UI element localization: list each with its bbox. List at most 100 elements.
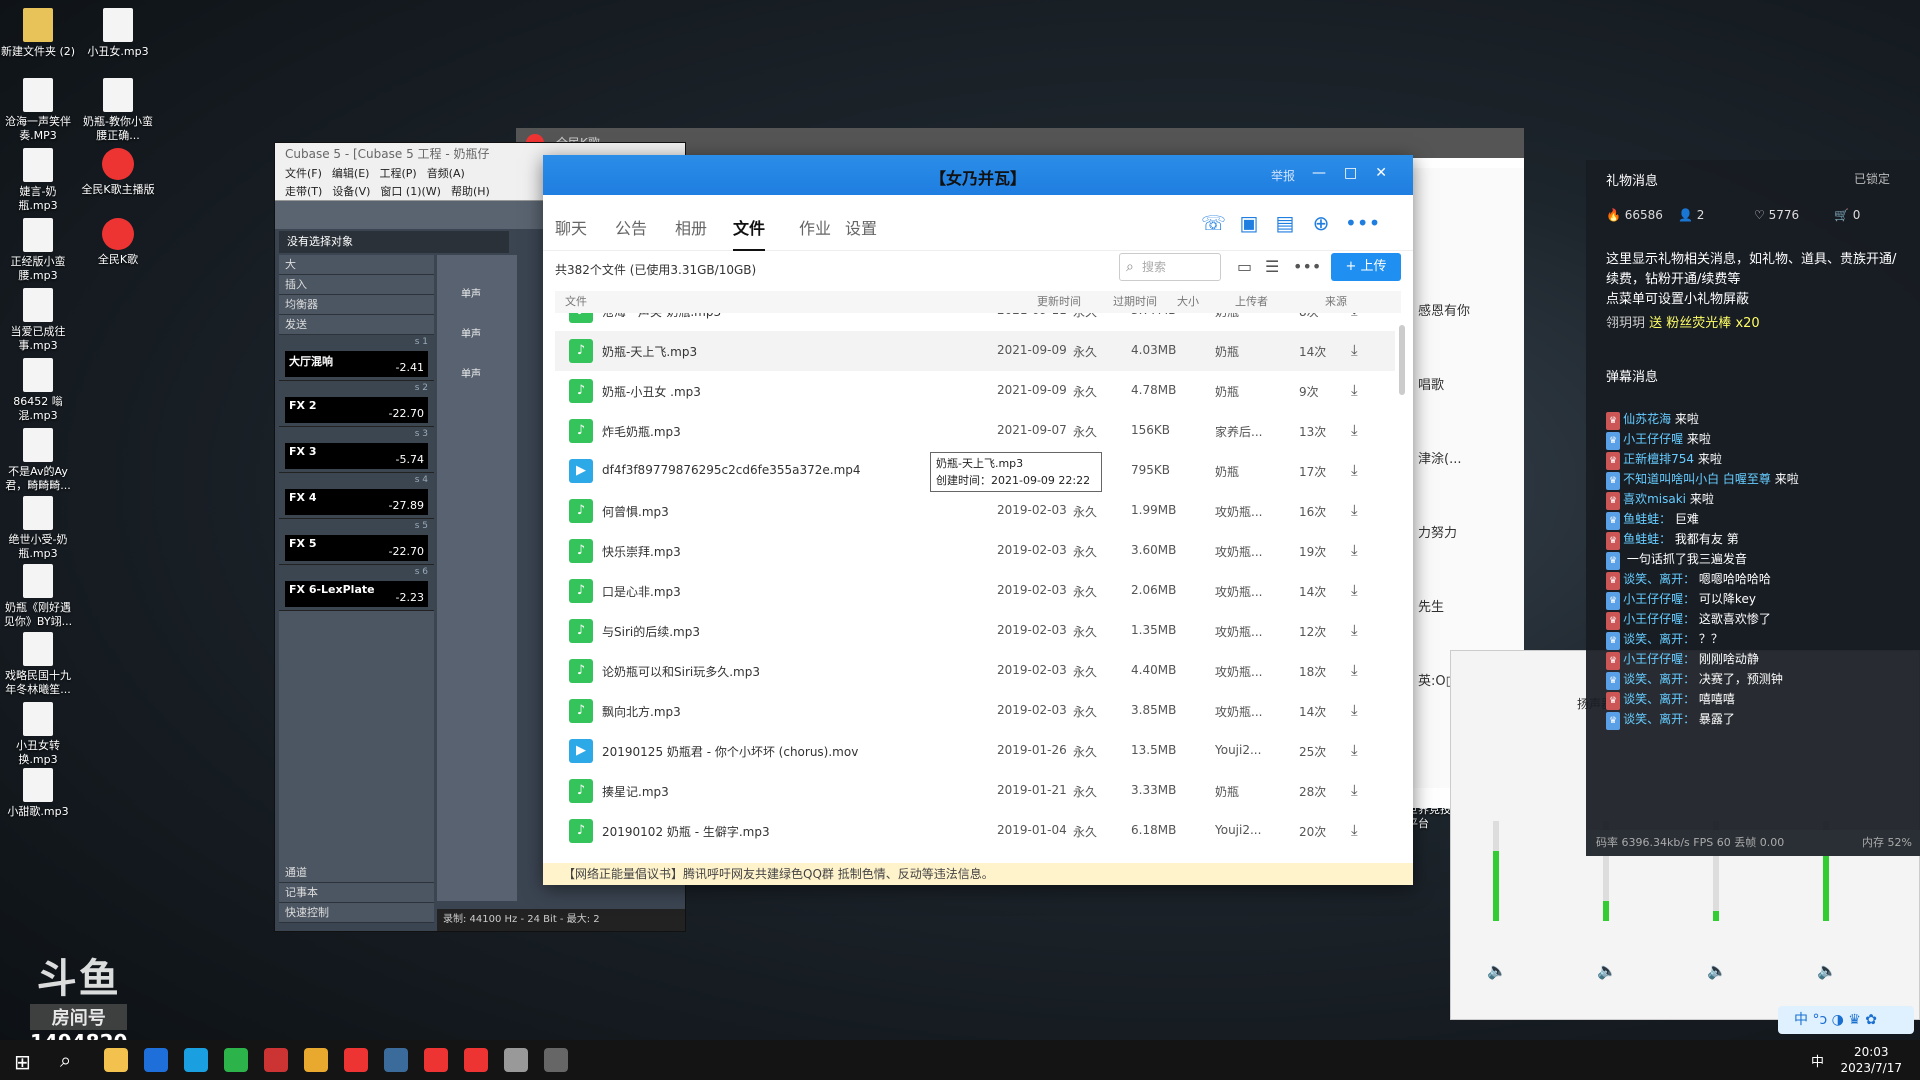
danmu-user[interactable]: 小王仔仔喔： (1623, 592, 1695, 606)
download-icon[interactable]: ⤓ (1351, 313, 1358, 319)
cubase-menu-item[interactable]: 文件(F) (285, 167, 322, 180)
danmu-user[interactable]: 小王仔仔喔： (1623, 612, 1695, 626)
class-icon[interactable]: ▤ (1273, 211, 1297, 235)
cubase-menu-item[interactable]: 走带(T) (285, 185, 322, 198)
file-row[interactable]: ♪ 揍星记.mp3 2019-01-21 永久 3.33MB 奶瓶 28次 ⤓ (555, 771, 1395, 811)
ime-toolbar[interactable]: 中 °ͻ ◑ ♛ ✿ (1778, 1006, 1914, 1034)
desktop-icon[interactable]: 婕言-奶瓶.mp3 (0, 148, 76, 213)
browser-icon[interactable] (184, 1048, 208, 1072)
danmu-user[interactable]: 谈笑、离开： (1623, 712, 1695, 726)
speaker-icon[interactable]: 🔈 (1707, 961, 1727, 980)
file-row[interactable]: ▶ 20190125 奶瓶君 - 你个小坏坏 (chorus).mov 2019-0… (555, 731, 1395, 771)
more-options-icon[interactable]: ••• (1293, 257, 1321, 276)
inspector-row[interactable]: 插入 (279, 275, 434, 295)
download-icon[interactable]: ⤓ (1351, 421, 1358, 439)
cubase-menu-item[interactable]: 窗口 (1)(W) (380, 185, 441, 198)
report-button[interactable]: 举报 (1271, 167, 1295, 184)
fx-slot[interactable]: s 5 FX 5 -22.70 (279, 519, 434, 565)
download-icon[interactable]: ⤓ (1351, 781, 1358, 799)
kge-side-item[interactable]: 感恩有你 (1418, 300, 1470, 319)
column-header[interactable]: 文件 (565, 291, 587, 313)
fx-slot[interactable]: s 1 大厅混响 -2.41 (279, 335, 434, 381)
fx-slot[interactable]: s 4 FX 4 -27.89 (279, 473, 434, 519)
fx-slot[interactable]: s 3 FX 3 -5.74 (279, 427, 434, 473)
fx-slot[interactable]: s 6 FX 6-LexPlate -2.23 (279, 565, 434, 611)
steam-icon[interactable] (384, 1048, 408, 1072)
more-icon[interactable]: ••• (1345, 211, 1380, 235)
danmu-user[interactable]: 仙苏花海 (1623, 412, 1671, 426)
speaker-icon[interactable]: 🔈 (1597, 961, 1617, 980)
cubase-tracks[interactable]: 单声 单声 单声 (437, 255, 517, 901)
desktop-icon[interactable]: 86452 嗡混.mp3 (0, 358, 76, 423)
file-row[interactable]: ♪ 快乐崇拜.mp3 2019-02-03 永久 3.60MB 攻奶瓶... 19次 ⤓ (555, 531, 1395, 571)
inspector-row[interactable]: 大 (279, 255, 434, 275)
desktop-icon[interactable]: 小丑女.mp3 (80, 8, 156, 59)
download-icon[interactable]: ⤓ (1351, 381, 1358, 399)
desktop-icon[interactable]: 新建文件夹 (2) (0, 8, 76, 59)
phone-icon[interactable]: ☏ (1201, 211, 1226, 235)
column-header[interactable]: 上传者 (1235, 291, 1268, 313)
chrome-icon[interactable] (344, 1048, 368, 1072)
download-icon[interactable]: ⤓ (1351, 541, 1358, 559)
danmu-user[interactable]: 谈笑、离开： (1623, 572, 1695, 586)
tab-4[interactable]: 作业 (799, 215, 831, 239)
track-label[interactable]: 单声 (461, 365, 481, 380)
cubase-menu-item[interactable]: 音频(A) (427, 167, 465, 180)
cubase-taskbar-icon[interactable] (264, 1048, 288, 1072)
tab-5[interactable]: 设置 (845, 215, 877, 239)
download-icon[interactable]: ⤓ (1351, 501, 1358, 519)
danmu-user[interactable]: 鱼蛙蛙： (1623, 512, 1671, 526)
desktop-icon[interactable]: 正经版小蛮腰.mp3 (0, 218, 76, 283)
inspector-row[interactable]: 发送 (279, 315, 434, 335)
windows-start-icon[interactable]: ⊞ (14, 1050, 31, 1074)
danmu-user[interactable]: 喜欢misaki (1623, 492, 1686, 506)
volume-fader[interactable] (1493, 821, 1499, 921)
cubase-menu-item[interactable]: 工程(P) (379, 167, 416, 180)
file-row[interactable]: ♪ 飘向北方.mp3 2019-02-03 永久 3.85MB 攻奶瓶... 14次 ⤓ (555, 691, 1395, 731)
fx-slot[interactable]: s 2 FX 2 -22.70 (279, 381, 434, 427)
file-search-input[interactable]: 搜索 (1119, 253, 1221, 281)
window-controls[interactable]: —□✕ (1312, 165, 1405, 181)
ime-indicator[interactable]: 中 (1811, 1051, 1824, 1070)
file-row[interactable]: ♪ 奶瓶-天上飞.mp3 2021-09-09 永久 4.03MB 奶瓶 14次 ⤓ (555, 331, 1395, 371)
file-explorer-icon[interactable] (104, 1048, 128, 1072)
inspector-bottom-row[interactable]: 通道 (279, 863, 434, 883)
inspector-bottom-row[interactable]: 快速控制 (279, 903, 434, 923)
danmu-user[interactable]: 正新檀排754 (1623, 452, 1694, 466)
file-row[interactable]: ♪ 炸毛奶瓶.mp3 2021-09-07 永久 156KB 家养后... 13次 ⤓ (555, 411, 1395, 451)
file-row[interactable]: ♪ 论奶瓶可以和Siri玩多久.mp3 2019-02-03 永久 4.40MB 攻奶瓶.… (555, 651, 1395, 691)
cubase-inspector[interactable]: 大插入 均衡器 发送 s 1 大厅混响 -2.41 s 2 FX 2 -22.70 s 3 FX … (279, 255, 434, 923)
download-icon[interactable]: ⤓ (1351, 621, 1358, 639)
file-list[interactable]: ♪ 沧海一声笑-奶瓶.mp3 2021-09-11 永久 3.77MB 奶瓶 8次 ⤓ ♪ 奶瓶-… (555, 313, 1395, 873)
qq-group-window[interactable]: 【女乃并瓦】 举报 —□✕ ☏ ▣ ▤ ⊕ ••• 聊天 公告 相册 文件 作业 设置 共… (543, 155, 1413, 885)
scrollbar[interactable] (1399, 325, 1405, 395)
notice-bar[interactable]: 【网络正能量倡议书】腾讯呼吁网友共建绿色QQ群 抵制色情、反动等违法信息。 (543, 863, 1413, 885)
download-icon[interactable]: ⤓ (1351, 661, 1358, 679)
inspector-bottom-row[interactable]: 记事本 (279, 883, 434, 903)
danmu-user[interactable]: 谈笑、离开： (1623, 692, 1695, 706)
wolf-icon[interactable] (504, 1048, 528, 1072)
video-call-icon[interactable]: ▣ (1237, 211, 1261, 235)
download-icon[interactable]: ⤓ (1351, 341, 1358, 359)
file-row[interactable]: ♪ 与Siri的后续.mp3 2019-02-03 永久 1.35MB 攻奶瓶... 12次… (555, 611, 1395, 651)
track-label[interactable]: 单声 (461, 285, 481, 300)
cubase-menu-item[interactable]: 编辑(E) (332, 167, 370, 180)
desktop-icon[interactable]: 当爱已成往事.mp3 (0, 288, 76, 353)
file-row[interactable]: ♪ 何曾惧.mp3 2019-02-03 永久 1.99MB 攻奶瓶... 16次 ⤓ (555, 491, 1395, 531)
column-header[interactable]: 大小 (1177, 291, 1199, 313)
live-panel[interactable]: 礼物消息 已锁定 🔥 66586 👤 2 ♡ 5776 🛒 0 这里显示礼物相关… (1586, 160, 1920, 856)
desktop-icon[interactable]: 小丑女转换.mp3 (0, 702, 76, 767)
desktop-icon[interactable]: 绝世小受-奶瓶.mp3 (0, 496, 76, 561)
clock[interactable]: 20:03 2023/7/17 (1840, 1044, 1902, 1076)
search-icon[interactable]: ⌕ (60, 1048, 71, 1072)
download-icon[interactable]: ⤓ (1351, 741, 1358, 759)
speaker-icon[interactable]: 🔈 (1487, 961, 1507, 980)
desktop-icon[interactable]: 小甜歌.mp3 (0, 768, 76, 819)
kge-taskbar-icon[interactable] (464, 1048, 488, 1072)
column-header[interactable]: 过期时间 (1113, 291, 1157, 313)
kge-side-item[interactable]: 津涂(... (1418, 448, 1461, 467)
kge-side-item[interactable]: 唱歌 (1418, 374, 1444, 393)
add-icon[interactable]: ⊕ (1309, 211, 1333, 235)
danmu-user[interactable]: 谈笑、离开： (1623, 672, 1695, 686)
speaker-icon[interactable]: 🔈 (1817, 961, 1837, 980)
